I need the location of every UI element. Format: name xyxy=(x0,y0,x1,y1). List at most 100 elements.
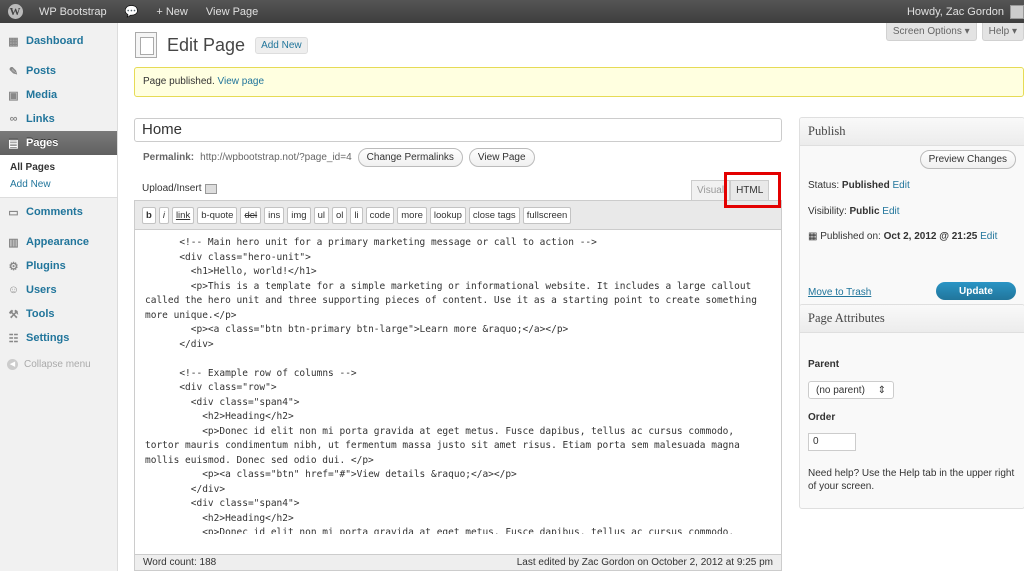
updated-notice: Page published. View page xyxy=(134,67,1024,97)
main-content: Screen Options ▾ Help ▾ Edit Page Add Ne… xyxy=(119,23,1024,571)
qt-li-button[interactable]: li xyxy=(350,206,363,224)
new-content-menu[interactable]: + New xyxy=(147,0,197,23)
add-new-button[interactable]: Add New xyxy=(255,36,308,54)
view-page-button[interactable]: View Page xyxy=(468,148,535,167)
help-text: Need help? Use the Help tab in the upper… xyxy=(808,468,1015,492)
permalink-label: Permalink: xyxy=(143,152,195,163)
menu-item-posts[interactable]: ✎ Posts xyxy=(0,59,117,83)
qt-blockquote-button[interactable]: b-quote xyxy=(197,206,238,224)
parent-select[interactable]: (no parent) ⇕ xyxy=(808,381,894,399)
status-value: Published xyxy=(841,180,890,191)
order-input[interactable]: 0 xyxy=(808,433,856,451)
submenu-add-new[interactable]: Add New xyxy=(0,176,117,193)
media-icon: ▣ xyxy=(8,89,19,102)
screen-meta-links: Screen Options ▾ Help ▾ xyxy=(881,23,1024,41)
update-button[interactable]: Update xyxy=(936,282,1016,300)
qt-del-button[interactable]: del xyxy=(240,206,262,224)
add-media-icon[interactable] xyxy=(205,183,218,194)
screen-options-button[interactable]: Screen Options ▾ xyxy=(885,23,977,41)
menu-item-comments[interactable]: ▭ Comments xyxy=(0,200,117,224)
word-count: Word count: 188 xyxy=(143,557,217,568)
settings-icon: ☷ xyxy=(8,332,19,345)
page-title: Edit Page xyxy=(167,34,246,55)
help-button[interactable]: Help ▾ xyxy=(981,23,1024,41)
menu-item-pages[interactable]: ▤ Pages xyxy=(0,131,117,155)
menu-item-users[interactable]: ☺ Users xyxy=(0,278,117,302)
visibility-value: Public xyxy=(849,206,880,217)
upload-insert-label: Upload/Insert xyxy=(142,183,202,194)
notice-text: Page published. xyxy=(143,76,215,87)
html-tab-highlight xyxy=(724,172,781,208)
qt-ol-button[interactable]: ol xyxy=(332,206,348,224)
publish-box-title: Publish xyxy=(800,118,1024,146)
edit-pages-icon xyxy=(135,32,157,58)
site-name-link[interactable]: WP Bootstrap xyxy=(30,0,116,23)
menu-item-plugins[interactable]: ⚙ Plugins xyxy=(0,254,117,278)
qt-fullscreen-button[interactable]: fullscreen xyxy=(522,206,572,224)
qt-lookup-button[interactable]: lookup xyxy=(429,206,466,224)
collapse-menu-button[interactable]: ◀ Collapse menu xyxy=(0,352,117,376)
links-icon: ∞ xyxy=(9,113,18,125)
published-date: Oct 2, 2012 @ 21:25 xyxy=(883,231,978,242)
post-title-input[interactable]: Home xyxy=(134,118,782,142)
page-attributes-box: Page Attributes Parent (no parent) ⇕ Orde… xyxy=(799,304,1024,509)
permalink-url[interactable]: http://wpbootstrap.not/?page_id=4 xyxy=(200,152,352,163)
move-to-trash-link[interactable]: Move to Trash xyxy=(808,287,871,298)
select-arrows-icon: ⇕ xyxy=(877,384,886,396)
parent-label: Parent xyxy=(808,359,840,370)
collapse-arrow-icon: ◀ xyxy=(7,358,18,370)
status-row: Status: Published Edit xyxy=(808,180,910,191)
edit-date-link[interactable]: Edit xyxy=(980,231,997,242)
permalink-row: Permalink: http://wpbootstrap.not/?page_… xyxy=(143,148,535,167)
edit-status-link[interactable]: Edit xyxy=(893,180,910,191)
visibility-row: Visibility: Public Edit xyxy=(808,206,900,217)
quicktags-toolbar: b i link b-quote del ins img ul ol li co… xyxy=(135,201,781,230)
menu-item-links[interactable]: ∞ Links xyxy=(0,107,117,131)
page-attributes-title: Page Attributes xyxy=(800,305,1024,333)
wordpress-logo-icon[interactable]: W xyxy=(0,0,30,23)
notice-view-page-link[interactable]: View page xyxy=(218,76,265,87)
comments-bubble-icon[interactable]: 💬 xyxy=(116,0,148,23)
upload-insert[interactable]: Upload/Insert xyxy=(142,183,218,194)
tools-icon: ⚒ xyxy=(8,308,19,321)
qt-bold-button[interactable]: b xyxy=(142,206,156,224)
last-edited: Last edited by Zac Gordon on October 2, … xyxy=(516,557,773,568)
preview-changes-button[interactable]: Preview Changes xyxy=(919,150,1016,169)
editor-status-bar: Word count: 188 Last edited by Zac Gordo… xyxy=(134,555,782,571)
dashboard-icon: ▦ xyxy=(8,35,19,48)
content-textarea[interactable]: <!-- Main hero unit for a primary market… xyxy=(135,230,781,534)
menu-item-dashboard[interactable]: ▦ Dashboard xyxy=(0,29,117,53)
avatar xyxy=(1010,4,1024,19)
published-on-row: ▦ Published on: Oct 2, 2012 @ 21:25 Edit xyxy=(808,231,998,242)
edit-visibility-link[interactable]: Edit xyxy=(882,206,899,217)
view-page-link[interactable]: View Page xyxy=(197,0,267,23)
qt-link-button[interactable]: link xyxy=(171,206,195,224)
pages-icon: ▤ xyxy=(8,137,19,150)
howdy-text: Howdy, Zac Gordon xyxy=(906,5,1004,18)
admin-menu: ▦ Dashboard ✎ Posts ▣ Media ∞ Links ▤ Pages A… xyxy=(0,23,118,571)
pages-submenu: All Pages Add New xyxy=(0,155,117,198)
qt-img-button[interactable]: img xyxy=(287,206,311,224)
publish-box: Publish Preview Changes Status: Publishe… xyxy=(799,117,1024,315)
qt-code-button[interactable]: code xyxy=(365,206,395,224)
order-label: Order xyxy=(808,412,836,423)
qt-ins-button[interactable]: ins xyxy=(264,206,285,224)
qt-close-tags-button[interactable]: close tags xyxy=(468,206,520,224)
page-header: Edit Page Add New xyxy=(135,32,308,58)
appearance-icon: ▥ xyxy=(8,236,19,249)
menu-item-appearance[interactable]: ▥ Appearance xyxy=(0,230,117,254)
users-icon: ☺ xyxy=(7,284,20,296)
qt-more-button[interactable]: more xyxy=(397,206,427,224)
calendar-icon: ▦ xyxy=(808,231,818,242)
qt-italic-button[interactable]: i xyxy=(158,206,169,224)
change-permalinks-button[interactable]: Change Permalinks xyxy=(357,148,463,167)
menu-item-settings[interactable]: ☷ Settings xyxy=(0,326,117,350)
menu-item-tools[interactable]: ⚒ Tools xyxy=(0,302,117,326)
menu-item-media[interactable]: ▣ Media xyxy=(0,83,117,107)
account-menu[interactable]: Howdy, Zac Gordon xyxy=(898,0,1024,23)
posts-icon: ✎ xyxy=(8,65,19,78)
submenu-all-pages[interactable]: All Pages xyxy=(0,159,117,176)
qt-ul-button[interactable]: ul xyxy=(313,206,329,224)
admin-bar: W WP Bootstrap 💬 + New View Page Howdy, … xyxy=(0,0,1024,23)
comments-icon: ▭ xyxy=(8,206,19,219)
